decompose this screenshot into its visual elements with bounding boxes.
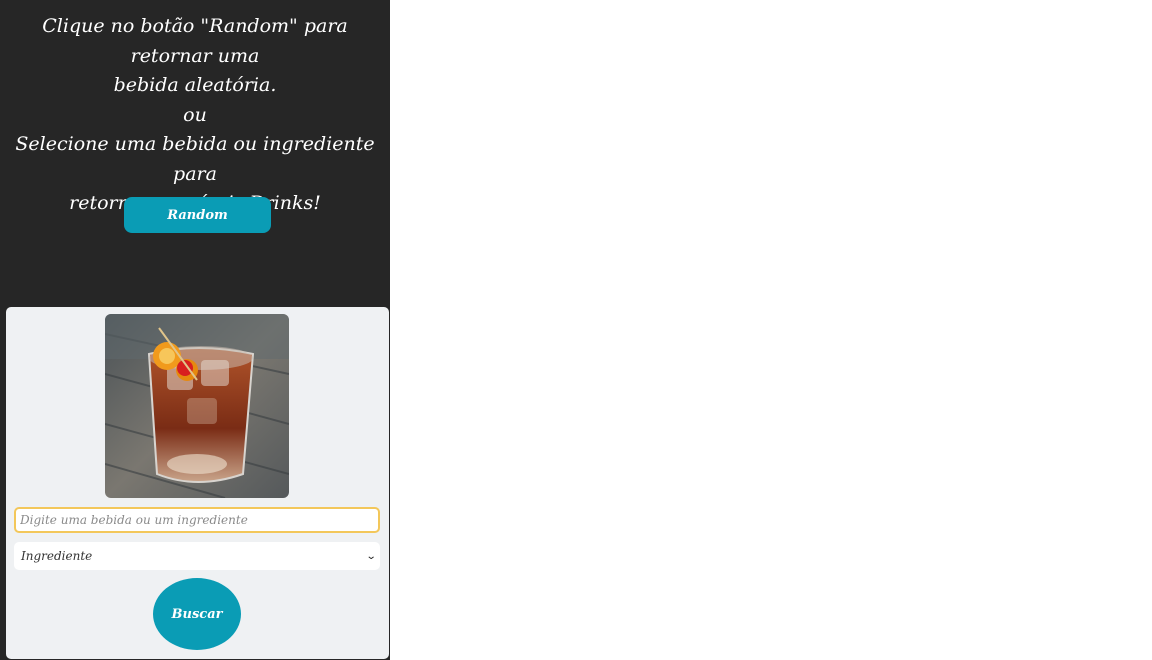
cocktail-photo [105,314,289,498]
instructions-line: Selecione uma bebida ou ingrediente para [15,133,375,185]
buscar-button[interactable]: Buscar [153,578,241,650]
search-type-select[interactable]: Ingrediente ⌄ [14,542,380,570]
search-card: Ingrediente ⌄ Buscar [6,307,389,659]
chevron-down-icon: ⌄ [365,550,377,562]
instructions-line: bebida aleatória. [113,74,277,96]
instructions-text: Clique no botão "Random" para retornar u… [0,12,390,219]
search-type-selected: Ingrediente [21,549,93,563]
drink-image [105,314,289,498]
instructions-or: ou [183,103,207,126]
main-panel: Clique no botão "Random" para retornar u… [0,0,390,660]
instructions-line: Clique no botão "Random" para retornar u… [42,15,348,67]
random-button[interactable]: Random [124,197,271,233]
search-input[interactable] [14,507,380,533]
